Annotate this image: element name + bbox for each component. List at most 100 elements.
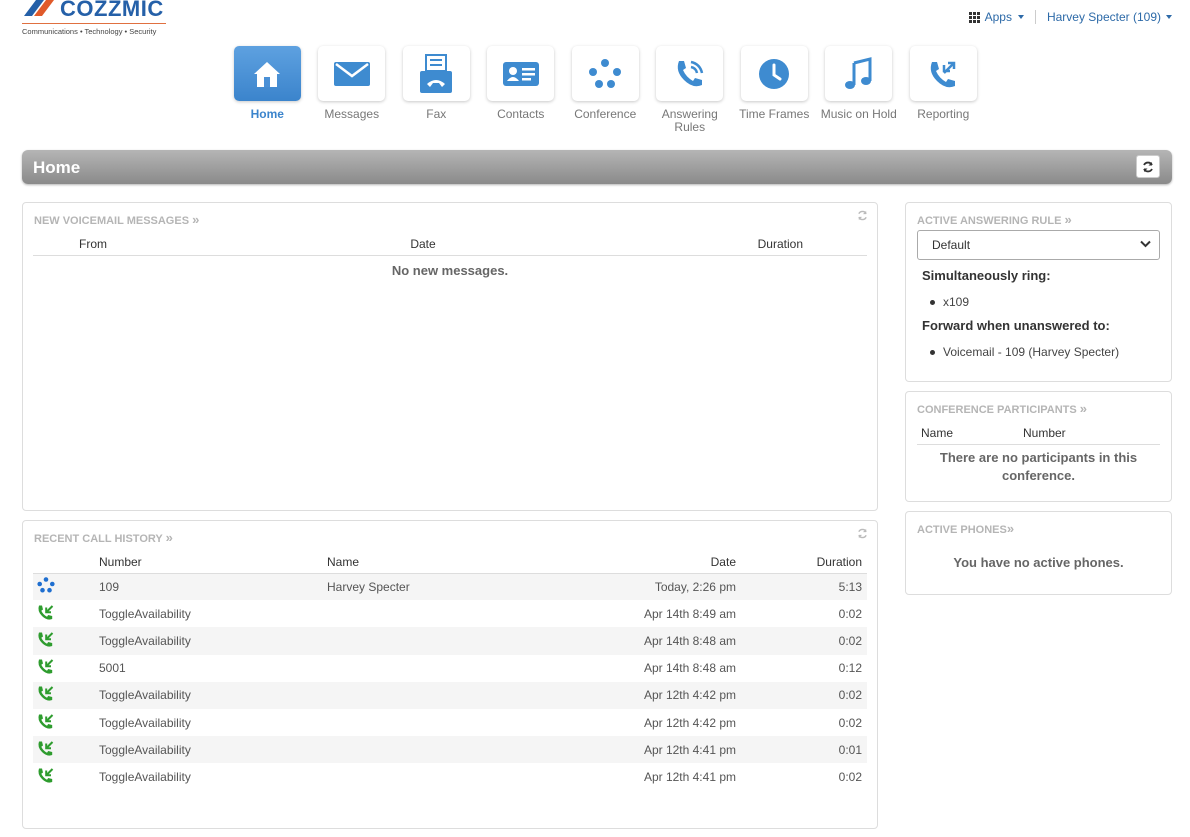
nav-reporting[interactable]: Reporting [901, 46, 986, 134]
call-duration: 0:01 [736, 736, 867, 764]
nav-label: Reporting [917, 107, 970, 121]
divider [1034, 10, 1036, 24]
grid-icon [968, 11, 980, 23]
nav-answering-rules-tile[interactable] [656, 46, 724, 101]
col-duration[interactable]: Duration [693, 234, 867, 256]
call-history-panel: RECENT CALL HISTORY » Number Name Date D… [22, 520, 878, 829]
call-history-rows: 109 Harvey Specter Today, 2:26 pm 5:13 Toggl… [33, 573, 867, 791]
page-title-bar: Home [22, 150, 1172, 184]
table-row[interactable]: ToggleAvailability Apr 14th 8:48 am 0:02 [33, 627, 867, 655]
call-history-panel-title[interactable]: RECENT CALL HISTORY » [34, 530, 173, 545]
refresh-icon[interactable] [857, 210, 868, 221]
nav-conference[interactable]: Conference [563, 46, 648, 134]
col-number[interactable]: Number [1023, 423, 1160, 445]
nav-fax-tile[interactable] [402, 46, 470, 101]
cozzmic-logo[interactable]: COZZMIC Communications • Technology • Se… [20, 0, 170, 40]
conference-empty-message: There are no participants in this confer… [939, 449, 1138, 483]
voicemail-panel-title[interactable]: NEW VOICEMAIL MESSAGES » [34, 212, 199, 227]
col-duration[interactable]: Duration [736, 551, 867, 574]
nav-home[interactable]: Home [225, 46, 310, 134]
call-number[interactable]: 109 [99, 573, 327, 601]
active-phones-empty-message: You have no active phones. [953, 555, 1124, 570]
col-name[interactable]: Name [917, 423, 1023, 445]
logo-mark-icon [24, 0, 54, 16]
refresh-icon [1143, 161, 1153, 172]
nav-reporting-tile[interactable] [909, 46, 977, 101]
phone-incoming-icon [37, 685, 55, 705]
apps-menu-button[interactable]: Apps [968, 10, 1024, 24]
chevron-right-icon: » [1079, 401, 1088, 416]
col-date[interactable]: Date [153, 234, 693, 256]
call-number: ToggleAvailability [99, 681, 327, 709]
active-phones-panel-title[interactable]: ACTIVE PHONES» [917, 521, 1014, 536]
table-row[interactable]: 5001 Apr 14th 8:48 am 0:12 [33, 655, 867, 682]
nav-messages[interactable]: Messages [310, 46, 395, 134]
nav-contacts[interactable]: Contacts [479, 46, 564, 134]
conference-dots-icon [589, 58, 622, 88]
call-date: Apr 14th 8:48 am [547, 627, 736, 655]
nav-time-frames-tile[interactable] [740, 46, 808, 101]
envelope-icon [333, 61, 370, 86]
nav-label: Time Frames [739, 107, 810, 121]
col-number[interactable]: Number [99, 551, 327, 574]
nav-conference-tile[interactable] [571, 46, 639, 101]
nav-home-tile[interactable] [233, 46, 301, 101]
call-number[interactable]: 5001 [99, 655, 327, 682]
answering-rule-panel-title[interactable]: ACTIVE ANSWERING RULE » [917, 212, 1072, 227]
call-date: Today, 2:26 pm [547, 573, 736, 601]
logo-brand: COZZMIC [60, 0, 164, 21]
call-name [327, 763, 547, 790]
conference-dots-icon [37, 577, 55, 596]
call-name [327, 627, 547, 655]
phone-ringing-icon [677, 60, 703, 86]
call-date: Apr 12th 4:41 pm [547, 736, 736, 764]
call-duration: 0:02 [838, 606, 862, 621]
refresh-button[interactable] [1136, 155, 1160, 178]
nav-music-on-hold-tile[interactable] [825, 46, 893, 101]
col-name[interactable]: Name [327, 551, 547, 574]
nav-fax[interactable]: Fax [394, 46, 479, 134]
nav-time-frames[interactable]: Time Frames [732, 46, 817, 134]
answering-rule-selected: Default [932, 238, 971, 252]
nav-messages-tile[interactable] [318, 46, 386, 101]
sim-ring-heading: Simultaneously ring: [922, 268, 1051, 283]
main-nav: Home Messages Fax Contacts Conference An… [225, 46, 986, 134]
nav-answering-rules[interactable]: Answering Rules [648, 46, 733, 134]
call-duration: 0:02 [736, 627, 867, 655]
phone-incoming-icon [37, 658, 55, 678]
table-row[interactable]: ToggleAvailability Apr 14th 8:49 am 0:02 [33, 600, 867, 627]
answering-rule-panel: ACTIVE ANSWERING RULE » Default Simultan… [905, 202, 1172, 382]
panel-title-text: NEW VOICEMAIL MESSAGES [34, 215, 190, 227]
conference-table: Name Number There are no participants in… [917, 423, 1160, 485]
call-date: Apr 14th 8:49 am [643, 606, 736, 621]
nav-contacts-tile[interactable] [487, 46, 555, 101]
conference-panel-title[interactable]: CONFERENCE PARTICIPANTS » [917, 401, 1087, 416]
nav-music-on-hold[interactable]: Music on Hold [817, 46, 902, 134]
sim-ring-item: x109 [929, 295, 970, 309]
panel-title-text: CONFERENCE PARTICIPANTS [917, 404, 1077, 416]
call-date: Apr 14th 8:48 am [643, 661, 736, 676]
call-number: ToggleAvailability [99, 627, 327, 655]
table-row[interactable]: ToggleAvailability Apr 12th 4:42 pm 0:02 [33, 681, 867, 709]
call-type-cell [33, 600, 99, 627]
call-duration: 5:13 [736, 573, 867, 601]
call-type-cell [33, 573, 99, 601]
col-from[interactable]: From [33, 234, 153, 256]
table-row[interactable]: ToggleAvailability Apr 12th 4:41 pm 0:01 [33, 736, 867, 764]
user-label: Harvey Specter (109) [1046, 10, 1161, 24]
table-row[interactable]: ToggleAvailability Apr 12th 4:42 pm 0:02 [33, 709, 867, 736]
chevron-right-icon: » [1006, 521, 1015, 536]
table-row[interactable]: 109 Harvey Specter Today, 2:26 pm 5:13 [33, 573, 867, 601]
answering-rule-select[interactable]: Default [917, 230, 1160, 260]
apps-label: Apps [984, 10, 1012, 24]
nav-label: Messages [324, 107, 380, 121]
logo-divider [22, 23, 166, 24]
call-name [327, 681, 547, 709]
table-row[interactable]: ToggleAvailability Apr 12th 4:41 pm 0:02 [33, 763, 867, 790]
nav-label: Home [250, 107, 284, 121]
user-menu-button[interactable]: Harvey Specter (109) [1047, 10, 1172, 24]
col-date[interactable]: Date [547, 551, 736, 574]
nav-label: Contacts [497, 107, 545, 121]
panel-title-text: ACTIVE ANSWERING RULE [917, 215, 1062, 227]
refresh-icon[interactable] [857, 528, 868, 539]
